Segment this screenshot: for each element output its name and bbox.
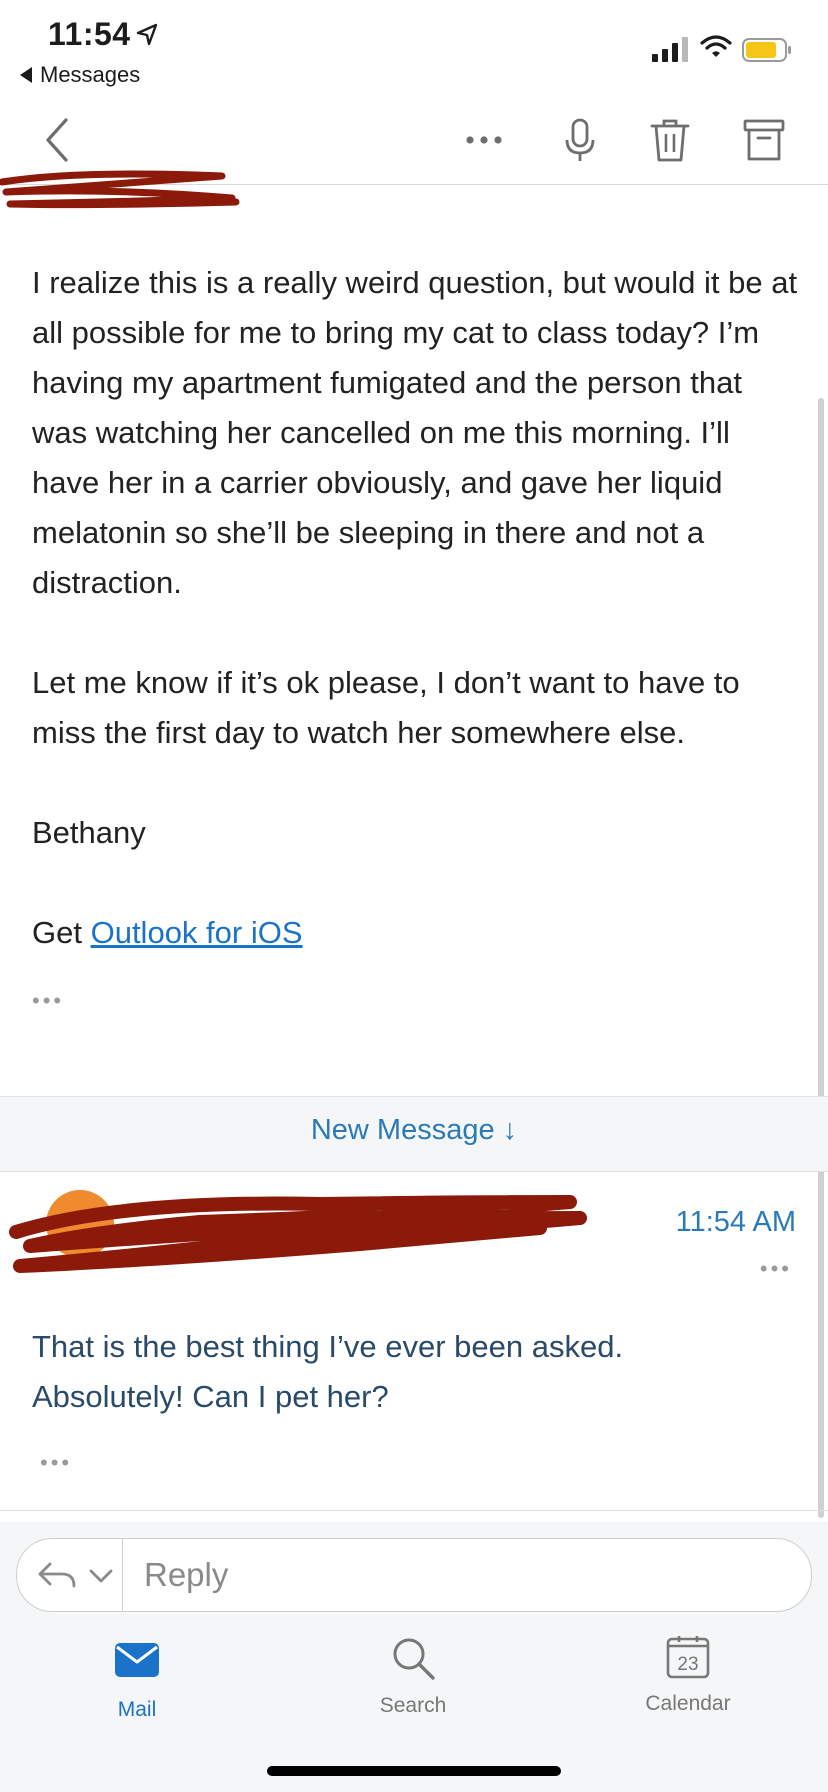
message-body: I realize this is a really weird questio…: [32, 258, 802, 1026]
signature: Get Outlook for iOS: [32, 908, 802, 958]
message-paragraph: Let me know if it’s ok please, I don’t w…: [32, 665, 740, 750]
back-app-label: Messages: [40, 62, 141, 87]
tab-label: Mail: [117, 1698, 157, 1721]
reply-separator: [122, 1539, 123, 1611]
signature-prefix: Get: [32, 915, 91, 950]
chevron-down-icon[interactable]: [88, 1566, 114, 1586]
tab-search[interactable]: Search: [333, 1638, 493, 1718]
redaction-scribble: [0, 170, 240, 209]
reply-more-button[interactable]: •••: [760, 1256, 792, 1282]
archive-icon[interactable]: [740, 116, 788, 164]
status-time: 11:54: [48, 16, 131, 52]
reply-arrow-icon[interactable]: [36, 1560, 78, 1590]
more-icon[interactable]: [460, 116, 508, 164]
redaction-scribble: [9, 1190, 587, 1273]
back-to-messages[interactable]: Messages: [20, 62, 140, 88]
battery-icon: [742, 38, 791, 62]
reply-placeholder[interactable]: Reply: [144, 1556, 228, 1594]
reply-line: That is the best thing I’ve ever been as…: [32, 1329, 624, 1364]
calendar-icon: 23: [666, 1636, 710, 1679]
scrollbar[interactable]: [818, 398, 824, 1518]
expand-quoted-button[interactable]: •••: [32, 976, 802, 1026]
signal-icon: [652, 37, 688, 62]
new-message-label[interactable]: New Message ↓: [0, 1114, 828, 1147]
reply-message-body: That is the best thing I’ve ever been as…: [32, 1322, 802, 1422]
back-chevron-icon[interactable]: [40, 116, 74, 164]
content-divider: [0, 1510, 828, 1511]
search-icon: [393, 1638, 435, 1680]
wifi-icon: [700, 35, 732, 57]
trash-icon[interactable]: [646, 116, 694, 164]
tab-mail[interactable]: Mail: [57, 1640, 217, 1722]
back-triangle-icon: [20, 67, 32, 83]
reply-timestamp: 11:54 AM: [675, 1206, 796, 1238]
home-indicator: [267, 1766, 561, 1776]
tab-label: Calendar: [645, 1692, 731, 1715]
reply-field[interactable]: [16, 1538, 812, 1612]
microphone-icon[interactable]: [556, 116, 604, 164]
reply-expand-button[interactable]: •••: [40, 1450, 72, 1476]
calendar-badge: 23: [677, 1654, 698, 1675]
message-paragraph: I realize this is a really weird questio…: [32, 265, 798, 600]
tab-label: Search: [379, 1694, 447, 1717]
message-signoff: Bethany: [32, 815, 146, 850]
mail-icon: [115, 1643, 159, 1677]
outlook-ios-link[interactable]: Outlook for iOS: [91, 915, 303, 950]
reply-line: Absolutely! Can I pet her?: [32, 1379, 389, 1414]
location-arrow-icon: [136, 23, 158, 46]
tab-calendar[interactable]: 23 Calendar: [608, 1636, 768, 1716]
